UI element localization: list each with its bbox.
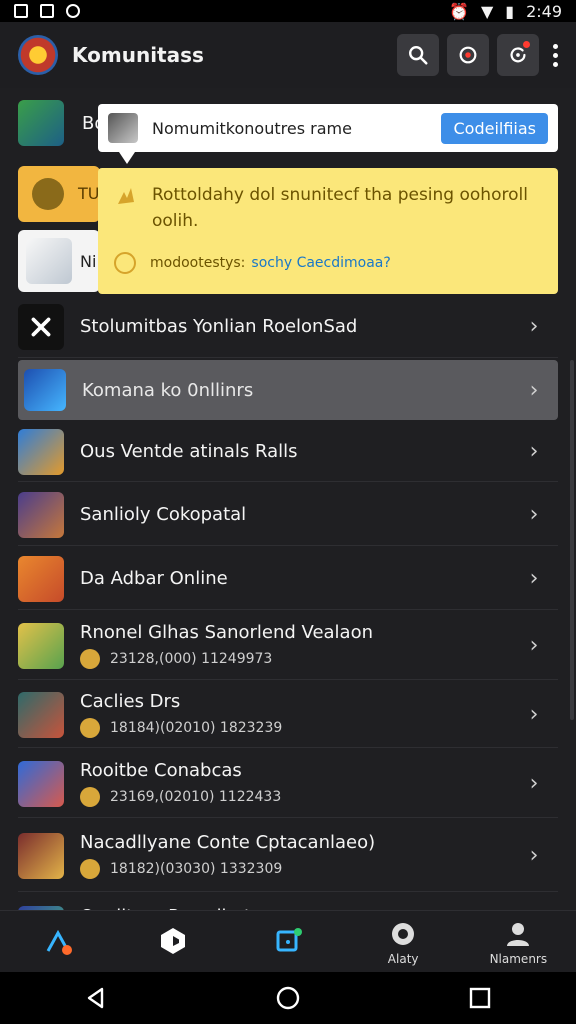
record-button[interactable] xyxy=(447,34,489,76)
nav-members[interactable]: Nlamenrs xyxy=(478,918,558,966)
notification-badge xyxy=(523,41,530,48)
list-item-title: Sanlioly Cokopatal xyxy=(80,504,247,525)
game-thumbnail xyxy=(18,428,64,475)
coin-icon xyxy=(32,178,64,210)
app-logo xyxy=(18,35,58,75)
nav-label: Nlamenrs xyxy=(489,951,548,966)
game-thumbnail xyxy=(18,100,64,146)
list-item-label: TU xyxy=(78,184,100,203)
person-icon xyxy=(507,922,530,946)
game-thumbnail xyxy=(18,555,64,602)
tip-text: Rottoldahy dol snunitecf tha pesing ooho… xyxy=(152,185,528,231)
status-bar: ⏰ ▼ ▮ 2:49 xyxy=(0,0,576,22)
chevron-right-icon: › xyxy=(529,314,539,339)
chevron-right-icon: › xyxy=(529,566,539,591)
list-item[interactable]: Ous Ventde atinals Ralls › xyxy=(18,422,558,482)
coin-icon xyxy=(114,252,136,274)
record-icon xyxy=(459,46,477,64)
save-notification-icon xyxy=(40,4,54,18)
list-item-meta: 18184)(02010) 1823239 xyxy=(110,720,283,736)
chevron-right-icon: › xyxy=(529,502,539,527)
game-thumbnail xyxy=(18,760,64,807)
page-title: Komunitass xyxy=(72,43,204,67)
scrollbar[interactable] xyxy=(570,360,574,720)
list-item[interactable]: Stolumitbas Yonlian RoelonSad › xyxy=(18,296,558,358)
list-item-selected[interactable]: Komana ko 0nllinrs › xyxy=(18,360,558,420)
status-time: 2:49 xyxy=(526,1,562,21)
list-item-meta: 18182)(03030) 1332309 xyxy=(110,861,283,877)
system-navigation xyxy=(0,972,576,1024)
list-item[interactable]: Nacadllyane Conte Cptacanlaeo) 18182)(03… xyxy=(18,820,558,892)
popup-pointer xyxy=(119,152,135,164)
game-thumbnail xyxy=(24,369,66,411)
cube-icon xyxy=(160,927,185,954)
game-thumbnail xyxy=(18,832,64,879)
coin-icon xyxy=(80,718,100,738)
list-item-title: Rooitbe Conabcas xyxy=(80,760,242,781)
chevron-right-icon: › xyxy=(529,439,539,464)
nav-home[interactable] xyxy=(133,925,213,959)
tip-banner: Rottoldahy dol snunitecf tha pesing ooho… xyxy=(98,168,558,294)
app-bar: Komunitass xyxy=(0,22,576,88)
nav-label: Alaty xyxy=(387,951,419,966)
list-item-title: Nacadllyane Conte Cptacanlaeo) xyxy=(80,832,376,853)
list-item[interactable]: TU xyxy=(18,166,100,222)
list-item-title: Ous Ventde atinals Ralls xyxy=(80,441,298,462)
back-icon[interactable] xyxy=(83,985,109,1011)
coin-icon xyxy=(80,649,100,669)
avatar xyxy=(26,238,72,284)
list-item[interactable]: Da Adbar Online › xyxy=(18,548,558,610)
bottom-navigation: Alaty Nlamenrs xyxy=(0,910,576,972)
chevron-right-icon: › xyxy=(529,377,539,403)
nav-activity[interactable]: Alaty xyxy=(363,918,443,966)
avatar xyxy=(108,113,138,143)
list-item[interactable]: Rnonel Glhas Sanorlend Vealaon 23128,(00… xyxy=(18,612,558,680)
more-menu-icon[interactable] xyxy=(553,43,558,67)
coin-icon xyxy=(80,859,100,879)
community-popup: Nomumitkonoutres rame Codeilfiias xyxy=(98,104,558,152)
game-thumbnail xyxy=(18,491,64,538)
popup-text: Nomumitkonoutres rame xyxy=(152,118,352,138)
game-thumbnail xyxy=(18,691,64,738)
list-item[interactable]: Sanlioly Cokopatal › xyxy=(18,484,558,546)
list-item-title: Da Adbar Online xyxy=(80,568,228,589)
list-item[interactable]: Ni xyxy=(18,230,100,292)
nav-active[interactable] xyxy=(248,925,328,959)
list-item-meta: 23169,(02010) 1122433 xyxy=(110,789,282,805)
chevron-right-icon: › xyxy=(529,843,539,868)
battery-icon: ▮ xyxy=(505,1,515,21)
list-item[interactable]: Rooitbe Conabcas 23169,(02010) 1122433 › xyxy=(18,750,558,818)
home-icon[interactable] xyxy=(275,985,301,1011)
tools-icon xyxy=(46,929,72,955)
popup-action-button[interactable]: Codeilfiias xyxy=(441,112,548,144)
hand-icon xyxy=(118,188,134,204)
chevron-right-icon: › xyxy=(529,771,539,796)
alarm-icon: ⏰ xyxy=(449,1,469,21)
list-item[interactable]: Caclies Drs 18184)(02010) 1823239 › xyxy=(18,682,558,748)
recents-icon[interactable] xyxy=(467,985,493,1011)
list-item-title: Rnonel Glhas Sanorlend Vealaon xyxy=(80,622,374,643)
wifi-icon: ▼ xyxy=(480,1,494,21)
list-item-title: Caclies Drs xyxy=(80,691,181,712)
game-thumbnail xyxy=(18,303,64,350)
gallery-notification-icon xyxy=(14,4,28,18)
coin-icon xyxy=(80,787,100,807)
gear-icon xyxy=(392,922,415,945)
list-item-title: Komana ko 0nllinrs xyxy=(82,379,254,401)
nav-tools[interactable] xyxy=(18,925,98,959)
list-item-label: Ni xyxy=(80,252,97,271)
list-item-title: Stolumitbas Yonlian RoelonSad xyxy=(80,316,358,337)
tip-link[interactable]: sochy Caecdimoaa? xyxy=(251,255,390,271)
chevron-right-icon: › xyxy=(529,702,539,727)
tip-footer-text: modootestys: xyxy=(150,255,246,271)
list-item-meta: 23128,(000) 11249973 xyxy=(110,651,273,667)
square-icon xyxy=(276,927,302,951)
close-x-icon xyxy=(31,317,51,336)
search-button[interactable] xyxy=(397,34,439,76)
game-thumbnail xyxy=(18,622,64,669)
sync-notification-icon xyxy=(66,4,80,18)
notifications-button[interactable] xyxy=(497,34,539,76)
search-icon xyxy=(409,46,428,65)
chevron-right-icon: › xyxy=(529,633,539,658)
